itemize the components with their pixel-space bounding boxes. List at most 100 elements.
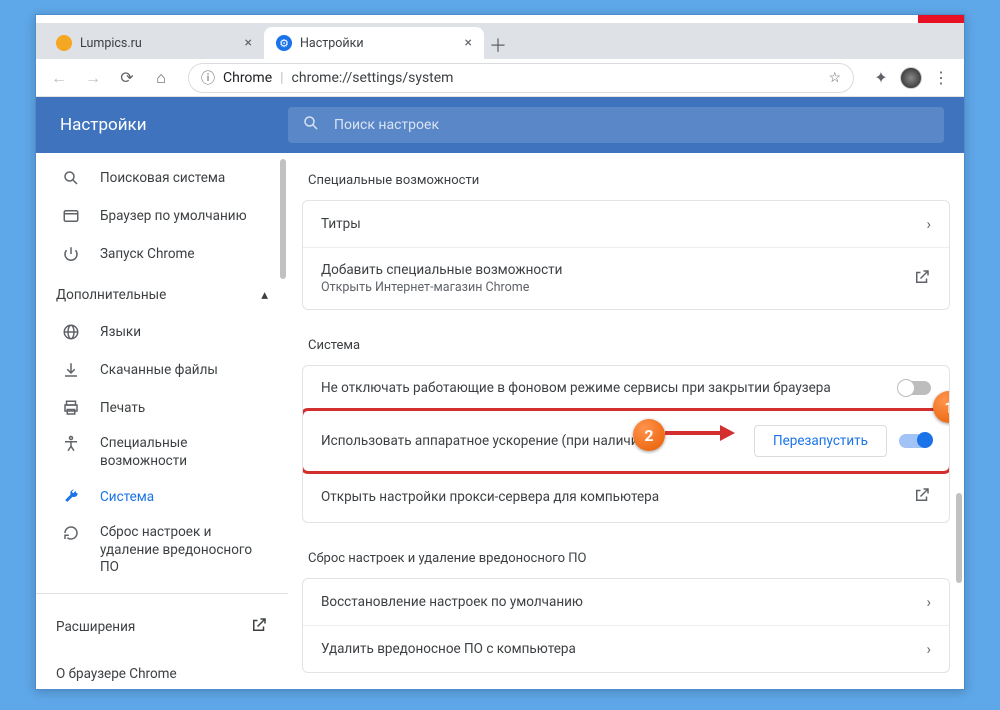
row-subtitle: Открыть Интернет-магазин Chrome bbox=[321, 280, 901, 295]
reset-icon bbox=[62, 524, 80, 542]
sidebar-extensions-label: Расширения bbox=[56, 619, 135, 635]
sidebar-item-label: Поисковая система bbox=[100, 170, 225, 186]
row-captions[interactable]: Титры › bbox=[303, 201, 949, 247]
browser-icon bbox=[62, 207, 80, 225]
sidebar-item-label: Специальные возможности bbox=[100, 435, 268, 470]
row-label: Добавить специальные возможности Открыть… bbox=[321, 262, 901, 295]
separator: | bbox=[280, 70, 283, 86]
sidebar-item-reset[interactable]: Сброс настроек и удаление вредоносного П… bbox=[36, 516, 288, 585]
sidebar-advanced-toggle[interactable]: Дополнительные ▴ bbox=[36, 273, 288, 313]
reload-button[interactable]: ⟳ bbox=[112, 63, 142, 93]
favicon-settings: ⚙ bbox=[276, 35, 292, 51]
tab-strip: Lumpics.ru × ⚙ Настройки × ＋ bbox=[36, 23, 964, 59]
power-icon bbox=[62, 245, 80, 263]
sidebar-item-label: Сброс настроек и удаление вредоносного П… bbox=[100, 524, 268, 577]
sidebar-item-label: Запуск Chrome bbox=[100, 246, 195, 262]
sidebar-item-label: Браузер по умолчанию bbox=[100, 208, 247, 224]
toolbar: ← → ⟳ ⌂ ⓘ Chrome | chrome://settings/sys… bbox=[36, 59, 964, 97]
annotation-badge-2: 2 bbox=[633, 419, 665, 451]
site-info-icon[interactable]: ⓘ bbox=[201, 68, 215, 88]
settings-header: Настройки Поиск настроек bbox=[36, 97, 964, 153]
bookmark-icon[interactable]: ☆ bbox=[828, 70, 841, 86]
main-panel: Специальные возможности Титры › Добавить… bbox=[288, 153, 964, 689]
divider bbox=[36, 593, 288, 594]
globe-icon bbox=[62, 323, 80, 341]
chevron-right-icon: › bbox=[926, 640, 931, 658]
omnibox-prefix: Chrome bbox=[223, 70, 272, 86]
row-label: Использовать аппаратное ускорение (при н… bbox=[321, 433, 742, 449]
sidebar-item-startup[interactable]: Запуск Chrome bbox=[36, 235, 288, 273]
sidebar-extensions[interactable]: Расширения bbox=[36, 602, 288, 652]
sidebar-item-search-engine[interactable]: Поисковая система bbox=[36, 159, 288, 197]
row-cleanup[interactable]: Удалить вредоносное ПО с компьютера › bbox=[303, 625, 949, 672]
chevron-up-icon: ▴ bbox=[261, 287, 268, 303]
main-scrollbar[interactable] bbox=[956, 493, 962, 583]
tab-close-icon[interactable]: × bbox=[465, 35, 472, 51]
sidebar-scrollbar[interactable] bbox=[280, 159, 286, 279]
card-reset: Восстановление настроек по умолчанию › У… bbox=[302, 578, 950, 673]
chevron-right-icon: › bbox=[926, 593, 931, 611]
sidebar: Поисковая система Браузер по умолчанию З… bbox=[36, 153, 288, 689]
section-system-heading: Система bbox=[302, 328, 950, 365]
sidebar-item-label: Печать bbox=[100, 400, 145, 416]
sidebar-item-downloads[interactable]: Скачанные файлы bbox=[36, 351, 288, 389]
tab-lumpics[interactable]: Lumpics.ru × bbox=[44, 27, 264, 59]
restart-button[interactable]: Перезапустить bbox=[754, 425, 887, 457]
sidebar-item-default-browser[interactable]: Браузер по умолчанию bbox=[36, 197, 288, 235]
new-tab-button[interactable]: ＋ bbox=[484, 31, 512, 59]
sidebar-item-accessibility[interactable]: Специальные возможности bbox=[36, 427, 288, 478]
omnibox-url: chrome://settings/system bbox=[292, 70, 821, 86]
tab-settings[interactable]: ⚙ Настройки × bbox=[264, 27, 484, 59]
back-button[interactable]: ← bbox=[44, 63, 74, 93]
sidebar-advanced-label: Дополнительные bbox=[56, 287, 166, 303]
sidebar-item-languages[interactable]: Языки bbox=[36, 313, 288, 351]
row-label: Не отключать работающие в фоновом режиме… bbox=[321, 380, 887, 396]
toggle-hardware-acceleration[interactable] bbox=[899, 434, 931, 448]
sidebar-item-label: Языки bbox=[100, 324, 141, 340]
tab-label: Lumpics.ru bbox=[80, 36, 142, 51]
wrench-icon bbox=[62, 488, 80, 506]
accessibility-icon bbox=[62, 435, 80, 453]
search-placeholder: Поиск настроек bbox=[334, 117, 439, 133]
print-icon bbox=[62, 399, 80, 417]
row-label: Открыть настройки прокси-сервера для ком… bbox=[321, 489, 901, 505]
row-restore-defaults[interactable]: Восстановление настроек по умолчанию › bbox=[303, 579, 949, 625]
settings-title: Настройки bbox=[36, 115, 288, 135]
profile-avatar[interactable] bbox=[900, 67, 922, 89]
row-background-apps[interactable]: Не отключать работающие в фоновом режиме… bbox=[303, 366, 949, 410]
sidebar-about-label: О браузере Chrome bbox=[56, 666, 177, 682]
external-link-icon bbox=[913, 486, 931, 508]
tab-label: Настройки bbox=[300, 36, 364, 51]
menu-icon[interactable]: ⋮ bbox=[926, 63, 956, 93]
row-hardware-acceleration[interactable]: Использовать аппаратное ускорение (при н… bbox=[303, 410, 949, 471]
row-label: Удалить вредоносное ПО с компьютера bbox=[321, 641, 914, 657]
row-label: Восстановление настроек по умолчанию bbox=[321, 594, 914, 610]
card-accessibility: Титры › Добавить специальные возможности… bbox=[302, 200, 950, 310]
card-system: Не отключать работающие в фоновом режиме… bbox=[302, 365, 950, 523]
sidebar-about[interactable]: О браузере Chrome bbox=[36, 652, 288, 689]
search-icon bbox=[302, 114, 320, 136]
toggle-background-apps[interactable] bbox=[899, 381, 931, 395]
row-proxy[interactable]: Открыть настройки прокси-сервера для ком… bbox=[303, 471, 949, 522]
titlebar bbox=[36, 15, 964, 23]
forward-button[interactable]: → bbox=[78, 63, 108, 93]
omnibox[interactable]: ⓘ Chrome | chrome://settings/system ☆ bbox=[188, 63, 854, 93]
sidebar-item-print[interactable]: Печать bbox=[36, 389, 288, 427]
settings-search[interactable]: Поиск настроек bbox=[288, 107, 944, 143]
sidebar-item-system[interactable]: Система bbox=[36, 478, 288, 516]
extensions-icon[interactable]: ✦ bbox=[866, 63, 896, 93]
row-label: Титры bbox=[321, 216, 914, 232]
row-title: Добавить специальные возможности bbox=[321, 262, 901, 278]
external-link-icon bbox=[250, 616, 268, 638]
download-icon bbox=[62, 361, 80, 379]
sidebar-item-label: Скачанные файлы bbox=[100, 362, 218, 378]
tab-close-icon[interactable]: × bbox=[245, 35, 252, 51]
row-add-accessibility[interactable]: Добавить специальные возможности Открыть… bbox=[303, 247, 949, 309]
section-accessibility-heading: Специальные возможности bbox=[302, 163, 950, 200]
home-button[interactable]: ⌂ bbox=[146, 63, 176, 93]
search-icon bbox=[62, 169, 80, 187]
sidebar-item-label: Система bbox=[100, 489, 154, 505]
external-link-icon bbox=[913, 268, 931, 290]
chevron-right-icon: › bbox=[926, 215, 931, 233]
favicon-lumpics bbox=[56, 35, 72, 51]
